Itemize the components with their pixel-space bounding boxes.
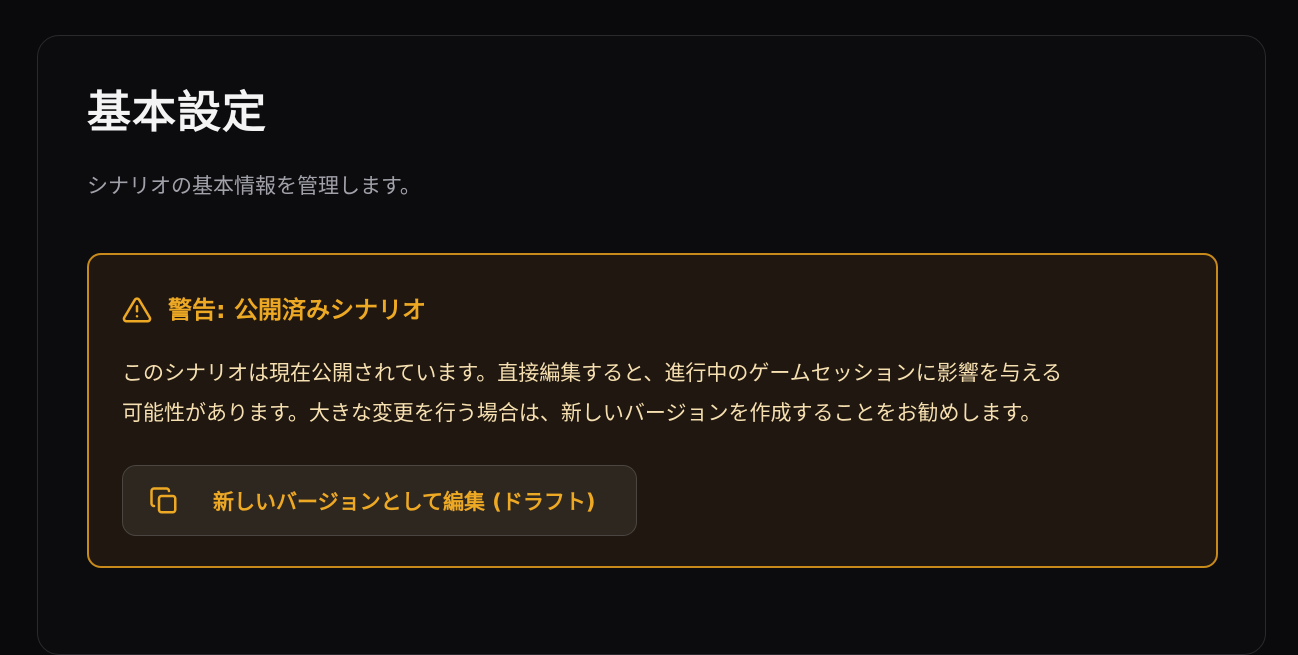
page-title: 基本設定 xyxy=(87,87,267,138)
published-warning-alert: 警告: 公開済みシナリオ このシナリオは現在公開されています。直接編集すると、進… xyxy=(87,253,1218,568)
warning-message-line-1: このシナリオは現在公開されています。直接編集すると、進行中のゲームセッションに影… xyxy=(122,361,1063,385)
warning-message: このシナリオは現在公開されています。直接編集すると、進行中のゲームセッションに影… xyxy=(122,353,1192,433)
warning-title: 警告: 公開済みシナリオ xyxy=(168,296,426,324)
warning-message-line-2: 可能性があります。大きな変更を行う場合は、新しいバージョンを作成することをお勧め… xyxy=(122,401,1042,425)
settings-card: 基本設定 シナリオの基本情報を管理します。 警告: 公開済みシナリオ このシナリ… xyxy=(37,35,1266,655)
warning-header: 警告: 公開済みシナリオ xyxy=(122,295,426,325)
edit-as-new-version-label: 新しいバージョンとして編集 (ドラフト) xyxy=(213,489,596,514)
page-subtitle: シナリオの基本情報を管理します。 xyxy=(87,174,421,198)
edit-as-new-version-button[interactable]: 新しいバージョンとして編集 (ドラフト) xyxy=(122,465,637,536)
copy-icon xyxy=(149,486,179,516)
alert-triangle-icon xyxy=(122,295,152,325)
